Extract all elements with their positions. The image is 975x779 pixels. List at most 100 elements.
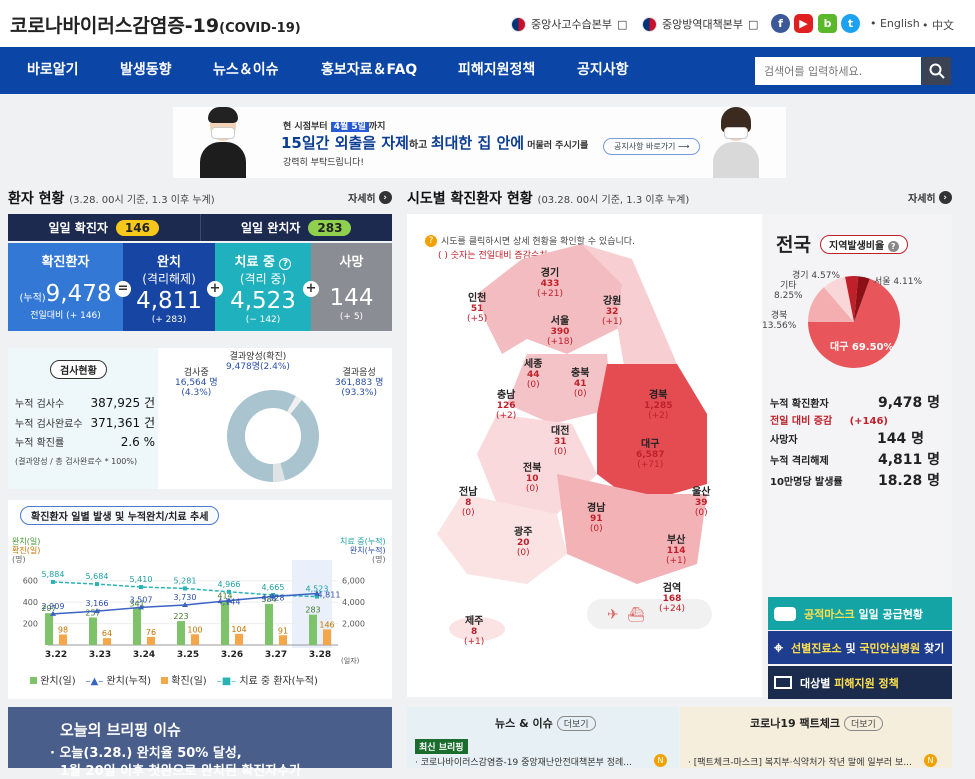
- region-incheon[interactable]: 인천 51 (+5): [467, 294, 487, 325]
- left-tick-label: 200: [23, 620, 38, 629]
- x-tick-label: 3.26: [221, 650, 243, 660]
- site-title[interactable]: 코로나바이러스감염증-19(COVID-19): [10, 11, 301, 38]
- stat-deaths[interactable]: 사망 144 (+ 5): [311, 243, 392, 331]
- bar-label-confirmed: 146: [319, 620, 334, 629]
- blog-icon[interactable]: b: [818, 14, 837, 33]
- bar-confirmed-daily: [235, 633, 243, 645]
- nav-news[interactable]: 뉴스＆이슈: [213, 47, 279, 94]
- legend-recovered-cum: –▲– 완치(누적): [85, 676, 152, 687]
- link-label[interactable]: 중앙방역대책본부: [662, 16, 743, 32]
- testing-donut: [227, 390, 319, 482]
- nav-pr-faq[interactable]: 홍보자료＆FAQ: [321, 47, 417, 94]
- pie-label-other: 기타 8.25%: [774, 281, 803, 301]
- bar-label-confirmed: 98: [58, 626, 68, 635]
- bar-recovered-daily: [45, 613, 53, 645]
- mask-icon: [774, 606, 796, 621]
- bar-confirmed-daily: [323, 629, 331, 645]
- region-jeonnam[interactable]: 전남 8 (0): [459, 488, 477, 519]
- region-gyeongnam[interactable]: 경남 91 (0): [587, 504, 605, 535]
- point-treating-cum: [183, 586, 187, 591]
- label-recovered-cum: 3,166: [86, 599, 109, 608]
- label-treating-cum: 5,281: [174, 576, 197, 585]
- daily-released-label: 일일 완치자: [241, 221, 301, 235]
- lang-english[interactable]: • English: [870, 17, 920, 30]
- stay-home-banner[interactable]: 현 시점부터 4월 5일 까지 15일간 외출을 자제하고 최대한 집 안에 머물…: [173, 107, 786, 178]
- bar-recovered-daily: [309, 614, 317, 645]
- bar-recovered-daily: [177, 621, 185, 645]
- trend-chart-title: 확진환자 일별 발생 및 누적완치/치료 추세: [20, 506, 220, 525]
- region-ulsan[interactable]: 울산 39 (0): [692, 488, 710, 519]
- news-item[interactable]: · 코로나바이러스감염증-19 중앙재난안전대책본부 정례...: [415, 755, 655, 768]
- map-chungcheong[interactable]: [507, 354, 612, 424]
- link-label[interactable]: 중앙사고수습본부: [531, 16, 612, 32]
- region-gyeonggi[interactable]: 경기 433 (+21): [537, 269, 563, 300]
- banner-notice-button[interactable]: 공지사항 바로가기 ⟶: [603, 138, 701, 155]
- region-sejong[interactable]: 세종 44 (0): [524, 360, 542, 391]
- plus-icon: +: [303, 281, 319, 297]
- region-chungbuk[interactable]: 충북 41 (0): [571, 369, 589, 400]
- new-badge-icon: N: [654, 754, 667, 767]
- map-quarantine-area[interactable]: [587, 599, 712, 629]
- testing-positive: 결과양성(확진) 9,478명(2.4%): [226, 352, 290, 372]
- search-button[interactable]: [922, 57, 951, 85]
- factcheck-item[interactable]: · [팩트체크-마스크] 복지부·식약처가 작년 말에 일부러 보...: [688, 755, 918, 768]
- korea-flag-icon: [511, 16, 526, 32]
- nav-support[interactable]: 피해지원정책: [458, 47, 535, 94]
- daily-summary-bar: 일일 확진자 146 일일 완치자 283: [8, 214, 392, 241]
- region-jeonbuk[interactable]: 전북 10 (0): [523, 464, 541, 495]
- support-policy-button[interactable]: 대상별 피해지원 정책: [768, 666, 952, 699]
- search-input[interactable]: [755, 57, 921, 85]
- stat-released[interactable]: 완치 (격리해제) 4,811 (+ 283): [123, 243, 215, 331]
- region-daegu[interactable]: 대구 6,587 (+71): [636, 440, 664, 471]
- daily-confirmed-label: 일일 확진자: [48, 221, 108, 235]
- region-seoul[interactable]: 서울 390 (+18): [547, 317, 573, 348]
- nav-outbreak[interactable]: 발생동향: [120, 47, 172, 94]
- pie-label-gyeongbuk: 경북 13.56%: [762, 311, 797, 331]
- facebook-icon[interactable]: f: [771, 14, 790, 33]
- factcheck-more-button[interactable]: 더보기: [843, 716, 883, 731]
- testing-negative: 결과음성 361,883 명 (93.3%): [335, 368, 384, 398]
- stat-treating[interactable]: 치료 중 ? (격리 중) 4,523 (− 142): [215, 243, 311, 331]
- site-title-text[interactable]: 코로나바이러스감염증-19: [10, 15, 219, 37]
- map-gyeongbuk-daegu[interactable]: [597, 364, 707, 504]
- link-central-disease-hq[interactable]: 중앙방역대책본부 □: [642, 16, 758, 32]
- lang-chinese[interactable]: • 中文: [922, 17, 954, 33]
- region-gwangju[interactable]: 광주 20 (0): [514, 528, 532, 559]
- region-gangwon[interactable]: 강원 32 (+1): [602, 297, 622, 328]
- site-title-sub[interactable]: (COVID-19): [219, 21, 301, 36]
- testing-in-progress: 검사중 16,564 명 (4.3%): [175, 368, 218, 398]
- help-icon[interactable]: ?: [279, 258, 292, 270]
- bar-label-recovered: 283: [305, 606, 320, 615]
- summary-row: 사망자 144 명: [770, 431, 924, 447]
- region-quarantine[interactable]: 검역 168 (+24): [659, 584, 685, 615]
- news-more-button[interactable]: 더보기: [556, 716, 596, 731]
- youtube-icon[interactable]: ▶: [794, 14, 813, 33]
- latest-briefing-badge: 최신 브리핑: [415, 739, 468, 754]
- ratio-button[interactable]: 지역발생비율 ?: [820, 235, 908, 254]
- pie-label-gyeonggi: 경기 4.57%: [792, 271, 841, 281]
- region-busan[interactable]: 부산 114 (+1): [666, 536, 686, 567]
- region-chungnam[interactable]: 충남 126 (+2): [496, 391, 516, 422]
- summary-row: 누적 확진환자 9,478 명: [770, 395, 940, 411]
- plus-icon: +: [207, 281, 223, 297]
- regional-more[interactable]: 자세히 ›: [908, 190, 952, 205]
- label-treating-cum: 5,410: [130, 575, 153, 584]
- twitter-icon[interactable]: t: [841, 14, 860, 33]
- patient-status-more[interactable]: 자세히 ›: [348, 190, 392, 205]
- label-treating-cum: 4,966: [218, 580, 241, 589]
- nav-about[interactable]: 바로알기: [27, 47, 79, 94]
- link-central-accident-hq[interactable]: 중앙사고수습본부 □: [511, 16, 627, 32]
- region-jeju[interactable]: 제주 8 (+1): [464, 617, 484, 648]
- external-link-icon: □: [616, 17, 628, 31]
- help-icon: ?: [887, 241, 899, 252]
- legend-treating-cum: –■– 치료 중 환자(누적): [216, 676, 318, 687]
- public-mask-button[interactable]: 공적마스크 일일 공급현황: [768, 597, 952, 630]
- airplane-icon: ✈: [607, 607, 619, 623]
- screening-clinic-button[interactable]: ⌖ 선별진료소 및 국민안심병원 찾기: [768, 631, 952, 664]
- nav-notice[interactable]: 공지사항: [577, 47, 629, 94]
- briefing-panel[interactable]: 오늘의 브리핑 이슈 · 오늘(3.28.) 완치율 50% 달성, 1월 20…: [8, 707, 392, 779]
- region-gyeongbuk[interactable]: 경북 1,285 (+2): [644, 391, 672, 422]
- testing-row: 누적 검사수 387,925 건: [15, 396, 155, 410]
- stat-confirmed[interactable]: 확진환자 (누적)9,478 전일대비 (+ 146): [8, 243, 123, 331]
- region-daejeon[interactable]: 대전 31 (0): [551, 427, 569, 458]
